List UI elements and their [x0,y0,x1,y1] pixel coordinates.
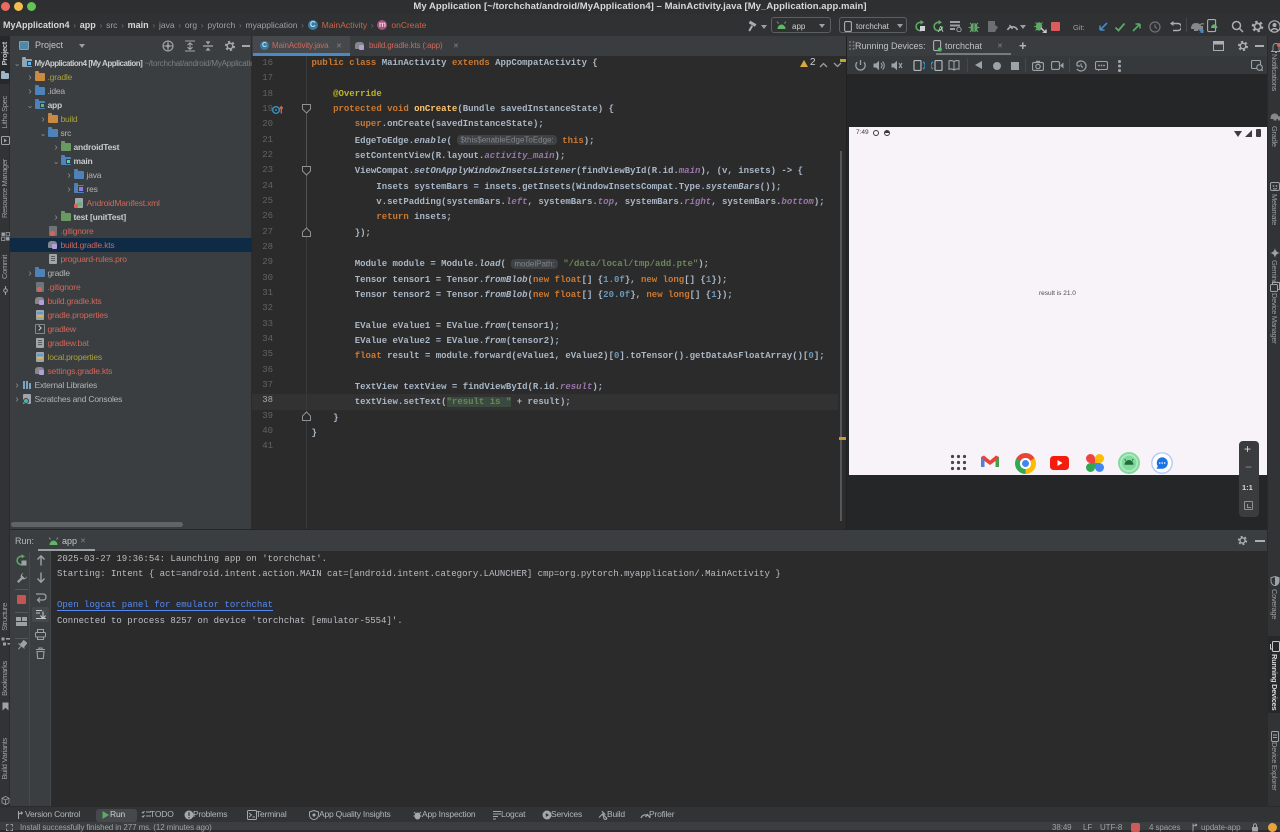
svg-text:A: A [938,25,944,33]
